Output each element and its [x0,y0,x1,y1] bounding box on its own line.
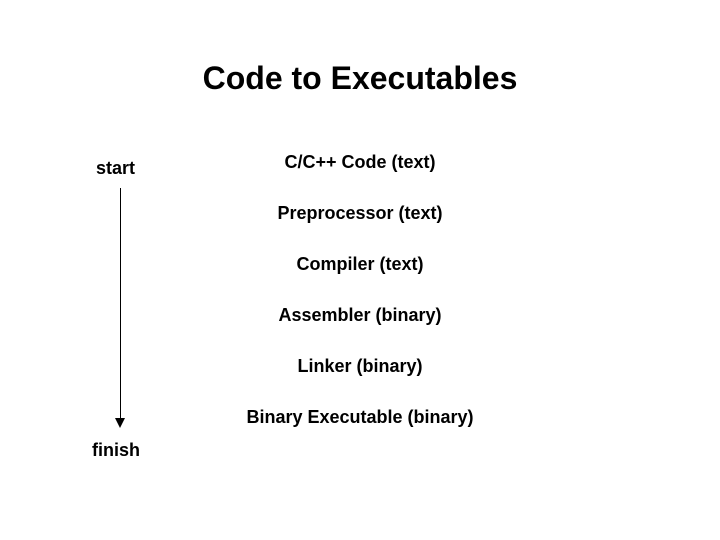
stage-item: Preprocessor (text) [180,203,540,224]
arrow-shaft [120,188,121,420]
stage-item: C/C++ Code (text) [180,152,540,173]
finish-label: finish [92,440,140,461]
stage-item: Assembler (binary) [180,305,540,326]
stage-item: Compiler (text) [180,254,540,275]
arrow-down-icon [115,418,125,428]
slide: Code to Executables start finish C/C++ C… [0,0,720,540]
stage-item: Linker (binary) [180,356,540,377]
stage-item: Binary Executable (binary) [180,407,540,428]
slide-title: Code to Executables [0,60,720,97]
start-label: start [96,158,135,179]
stage-list: C/C++ Code (text) Preprocessor (text) Co… [180,152,540,458]
